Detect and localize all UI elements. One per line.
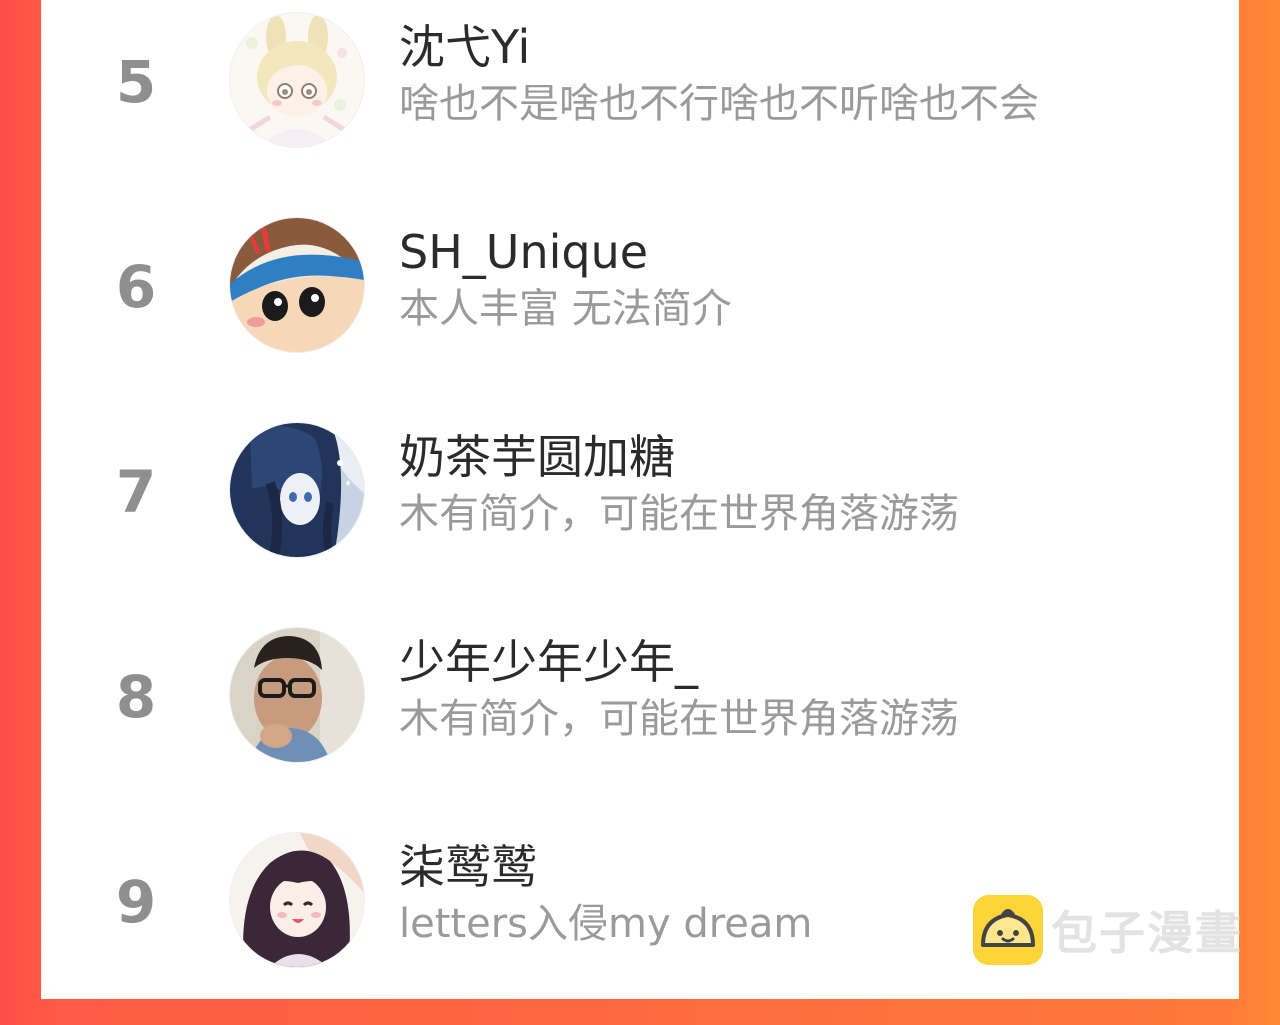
rank-number: 9 — [115, 868, 157, 936]
user-name[interactable]: SH_Unique — [399, 225, 648, 279]
rank-number: 7 — [115, 458, 157, 526]
user-name[interactable]: 沈弋Yi — [399, 20, 530, 74]
rank-number: 8 — [115, 663, 157, 731]
user-name[interactable]: 柒鹫鹫 — [399, 840, 537, 894]
user-bio: 啥也不是啥也不行啥也不听啥也不会 — [399, 81, 1039, 127]
list-item[interactable]: 5 沈弋Yi 啥也不是啥也不行啥也不听啥也不会 — [41, 0, 1239, 205]
user-bio: 木有简介，可能在世界角落游荡 — [399, 696, 959, 742]
list-item[interactable]: 7 奶茶芋圆加糖 木有简介，可能在世界角落游荡 — [41, 410, 1239, 615]
user-bio: letters入侵my dream — [399, 901, 813, 947]
watermark: 包子漫畫 — [973, 894, 1243, 966]
avatar[interactable] — [230, 423, 364, 557]
bun-icon — [973, 895, 1043, 965]
user-name[interactable]: 奶茶芋圆加糖 — [399, 430, 675, 484]
list-item[interactable]: 8 少年少年少年_ 木有简介，可能在世界角落游荡 — [41, 615, 1239, 820]
avatar[interactable] — [230, 218, 364, 352]
watermark-text: 包子漫畫 — [1051, 906, 1243, 960]
avatar[interactable] — [230, 833, 364, 967]
user-bio: 本人丰富 无法简介 — [399, 286, 732, 332]
rank-number: 6 — [115, 253, 157, 321]
avatar[interactable] — [230, 13, 364, 147]
ranking-card: 5 沈弋Yi 啥也不是啥也不行啥也不听啥也不会 6 SH_Unique 本人丰富… — [41, 0, 1239, 999]
user-bio: 木有简介，可能在世界角落游荡 — [399, 491, 959, 537]
avatar[interactable] — [230, 628, 364, 762]
list-item[interactable]: 6 SH_Unique 本人丰富 无法简介 — [41, 205, 1239, 410]
user-name[interactable]: 少年少年少年_ — [399, 635, 698, 689]
rank-number: 5 — [115, 48, 157, 116]
